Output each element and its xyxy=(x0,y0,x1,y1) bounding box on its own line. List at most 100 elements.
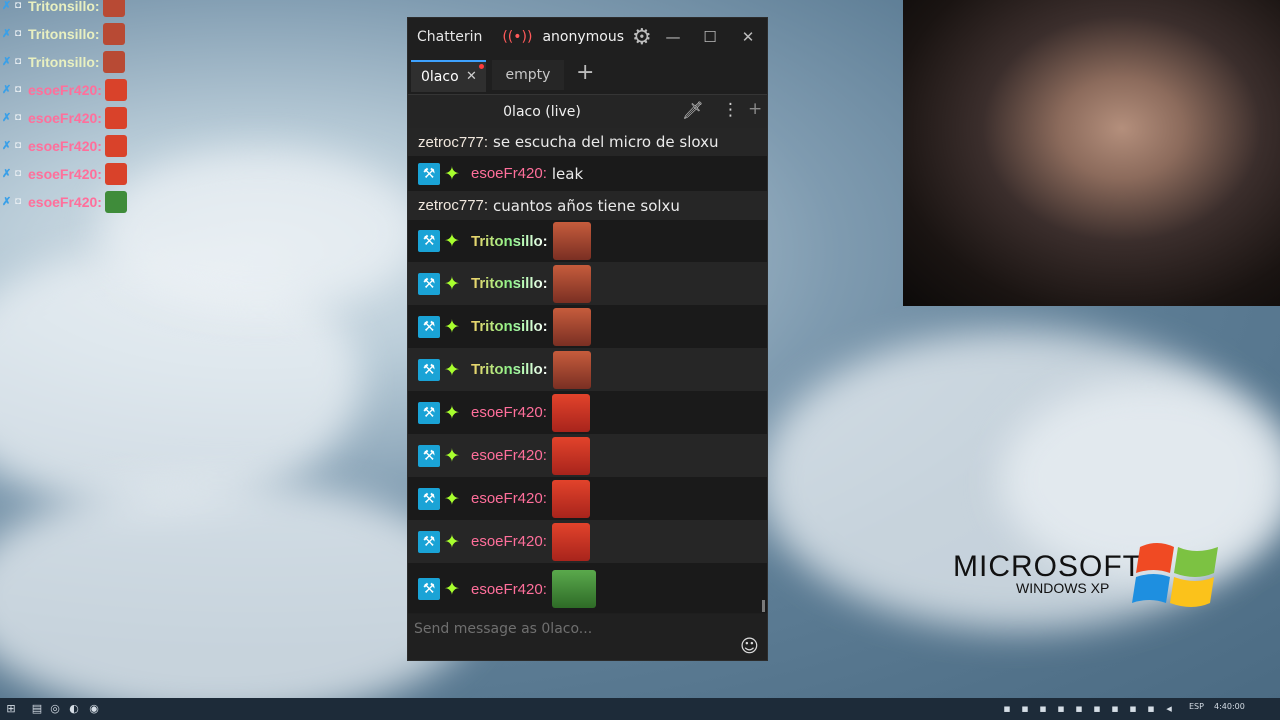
tray-icon[interactable]: ▪ xyxy=(1090,702,1104,716)
chat-username[interactable]: esoeFr420: xyxy=(471,533,547,550)
chat-username[interactable]: Tritonsillo: xyxy=(471,361,548,378)
account-switcher[interactable]: anonymous xyxy=(542,29,624,45)
broadcast-icon[interactable]: ((•)) xyxy=(502,29,532,45)
moderator-badge-icon[interactable]: ⚒ xyxy=(418,578,440,600)
vip-badge-icon[interactable]: ✦ xyxy=(444,445,466,467)
emote-image xyxy=(104,107,127,129)
vip-badge-icon[interactable]: ✦ xyxy=(444,273,466,295)
chat-message[interactable]: ⚒ ✦ esoeFr420: xyxy=(408,563,767,613)
chat-username[interactable]: esoeFr420: xyxy=(471,581,547,598)
emote-image[interactable] xyxy=(552,222,591,260)
emote-image[interactable] xyxy=(551,570,596,608)
sword-icon: ✗ xyxy=(2,140,12,152)
moderator-badge-icon[interactable]: ⚒ xyxy=(418,162,440,185)
steam-icon[interactable]: ◎ xyxy=(48,702,62,716)
tray-icon[interactable]: ▪ xyxy=(1054,702,1068,716)
chat-message[interactable]: ⚒ ✦ Tritonsillo: xyxy=(408,348,767,391)
vip-badge-icon[interactable]: ✦ xyxy=(444,402,466,424)
chat-username[interactable]: Tritonsillo: xyxy=(471,275,548,292)
chat-message[interactable]: ⚒ ✦ Tritonsillo: xyxy=(408,262,767,305)
badge-icon: ◘ xyxy=(15,28,22,39)
split-header: 0laco (live) 🗡 ⋮ + xyxy=(408,94,767,129)
chat-message[interactable]: zetroc777: se escucha del micro de sloxu xyxy=(408,128,767,156)
clock[interactable]: 4:40:00 xyxy=(1214,702,1245,711)
tray-icon[interactable]: ▪ xyxy=(1144,702,1158,716)
sword-icon: ✗ xyxy=(2,168,12,180)
chat-username[interactable]: zetroc777: xyxy=(418,197,488,214)
tab-empty[interactable]: empty xyxy=(492,60,564,90)
close-icon[interactable]: ✕ xyxy=(466,62,477,92)
moderator-badge-icon[interactable]: ⚒ xyxy=(418,401,440,424)
more-vertical-icon[interactable]: ⋮ xyxy=(722,100,739,120)
moderator-badge-icon[interactable]: ⚒ xyxy=(418,358,440,381)
chat-message[interactable]: ⚒ ✦ esoeFr420: xyxy=(408,434,767,477)
chat-username[interactable]: esoeFr420: xyxy=(471,447,547,464)
emote-image[interactable] xyxy=(552,350,591,389)
message-list[interactable]: zetroc777: se escucha del micro de sloxu ⚒… xyxy=(408,128,767,613)
maximize-icon[interactable]: ☐ xyxy=(699,26,721,48)
chat-text: leak xyxy=(551,164,584,183)
sword-icon: ✗ xyxy=(2,196,12,208)
vip-badge-icon[interactable]: ✦ xyxy=(444,488,466,510)
moderator-badge-icon[interactable]: ⚒ xyxy=(418,230,440,252)
chat-message[interactable]: ⚒ ✦ esoeFr420: leak xyxy=(408,156,767,191)
vip-badge-icon[interactable]: ✦ xyxy=(444,230,466,252)
emote-image[interactable] xyxy=(551,522,590,561)
chat-username[interactable]: Tritonsillo: xyxy=(471,233,548,250)
badge-icon: ◘ xyxy=(15,0,22,11)
browser-icon[interactable]: ◐ xyxy=(67,702,81,716)
vip-badge-icon[interactable]: ✦ xyxy=(444,531,466,553)
folder-icon[interactable]: ▤ xyxy=(30,702,44,716)
emote-image[interactable] xyxy=(552,307,591,346)
emote-image xyxy=(102,51,125,73)
channel-title[interactable]: 0laco (live) xyxy=(408,95,676,129)
chat-message[interactable]: ⚒ ✦ Tritonsillo: xyxy=(408,220,767,262)
tray-icon[interactable]: ▪ xyxy=(1126,702,1140,716)
vip-badge-icon[interactable]: ✦ xyxy=(444,359,466,381)
tray-icon[interactable]: ▪ xyxy=(1108,702,1122,716)
vip-badge-icon[interactable]: ✦ xyxy=(444,578,466,600)
title-bar[interactable]: Chatterin ((•)) anonymous ⚙ — ☐ ✕ xyxy=(408,18,767,56)
overlay-chat-row: ✗ ◘ esoeFr420: xyxy=(2,76,147,104)
chat-message[interactable]: ⚒ ✦ esoeFr420: xyxy=(408,477,767,520)
badge-icon: ◘ xyxy=(15,140,22,151)
moderator-badge-icon[interactable]: ⚒ xyxy=(418,487,440,510)
emote-image[interactable] xyxy=(551,436,590,475)
moderator-badge-icon[interactable]: ⚒ xyxy=(418,530,440,553)
minimize-icon[interactable]: — xyxy=(662,26,684,48)
chat-message[interactable]: zetroc777: cuantos años tiene solxu xyxy=(408,191,767,220)
tray-icon[interactable]: ▪ xyxy=(1072,702,1086,716)
chat-username[interactable]: Tritonsillo: xyxy=(471,318,548,335)
chat-username[interactable]: esoeFr420: xyxy=(471,165,547,182)
discord-icon[interactable]: ◉ xyxy=(87,702,101,716)
message-input[interactable] xyxy=(412,616,736,642)
language-indicator[interactable]: ESP xyxy=(1189,702,1204,711)
close-icon[interactable]: ✕ xyxy=(737,26,759,48)
tray-icon[interactable]: ▪ xyxy=(1036,702,1050,716)
vip-badge-icon[interactable]: ✦ xyxy=(444,163,466,185)
chat-username[interactable]: esoeFr420: xyxy=(471,404,547,421)
tab-0laco[interactable]: 0laco ✕ xyxy=(411,60,486,92)
emote-image[interactable] xyxy=(552,264,591,303)
tray-icon[interactable]: ▪ xyxy=(1018,702,1032,716)
chat-username[interactable]: zetroc777: xyxy=(418,134,488,151)
plus-icon[interactable]: + xyxy=(748,99,762,119)
emote-image[interactable] xyxy=(551,393,590,432)
moderator-badge-icon[interactable]: ⚒ xyxy=(418,444,440,467)
moderator-badge-icon[interactable]: ⚒ xyxy=(418,315,440,338)
gear-icon[interactable]: ⚙ xyxy=(632,25,652,50)
scrollbar[interactable] xyxy=(762,600,765,612)
emote-image[interactable] xyxy=(551,479,590,518)
vip-badge-icon[interactable]: ✦ xyxy=(444,316,466,338)
moderator-badge-icon[interactable]: ⚒ xyxy=(418,272,440,295)
windows-start-icon[interactable]: ⊞ xyxy=(4,702,18,716)
chat-username[interactable]: esoeFr420: xyxy=(471,490,547,507)
sword-icon[interactable]: 🗡 xyxy=(682,101,704,121)
chat-message[interactable]: ⚒ ✦ Tritonsillo: xyxy=(408,305,767,348)
chat-message[interactable]: ⚒ ✦ esoeFr420: xyxy=(408,391,767,434)
plus-icon[interactable]: + xyxy=(576,56,600,90)
emoji-icon[interactable]: ☺ xyxy=(740,636,759,657)
chat-message[interactable]: ⚒ ✦ esoeFr420: xyxy=(408,520,767,563)
volume-icon[interactable]: ◂ xyxy=(1162,702,1176,716)
tray-icon[interactable]: ▪ xyxy=(1000,702,1014,716)
